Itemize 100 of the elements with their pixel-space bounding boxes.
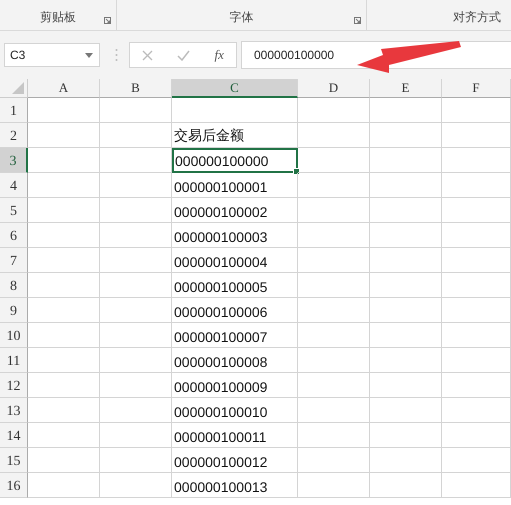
empty-cell[interactable]: [298, 198, 370, 223]
empty-cell[interactable]: [442, 473, 511, 498]
empty-cell[interactable]: [442, 373, 511, 398]
row-header[interactable]: 2: [0, 123, 28, 148]
row-header[interactable]: 15: [0, 448, 28, 473]
empty-cell[interactable]: [370, 223, 442, 248]
empty-cell[interactable]: [298, 123, 370, 148]
grip-icon[interactable]: [115, 48, 118, 62]
empty-cell[interactable]: [298, 323, 370, 348]
empty-cell[interactable]: [442, 123, 511, 148]
empty-cell[interactable]: [370, 123, 442, 148]
empty-cell[interactable]: [100, 273, 172, 298]
table-cell[interactable]: 000000100004: [172, 248, 298, 273]
empty-cell[interactable]: [298, 148, 370, 173]
row-header[interactable]: 13: [0, 398, 28, 423]
empty-cell[interactable]: [370, 198, 442, 223]
empty-cell[interactable]: [370, 448, 442, 473]
empty-cell[interactable]: [370, 298, 442, 323]
empty-cell[interactable]: [298, 473, 370, 498]
row-header[interactable]: 16: [0, 473, 28, 498]
empty-cell[interactable]: [370, 423, 442, 448]
table-cell[interactable]: 000000100011: [172, 423, 298, 448]
empty-cell[interactable]: [100, 148, 172, 173]
empty-cell[interactable]: [370, 248, 442, 273]
empty-cell[interactable]: [298, 423, 370, 448]
empty-cell[interactable]: [370, 323, 442, 348]
empty-cell[interactable]: [100, 98, 172, 123]
empty-cell[interactable]: [100, 373, 172, 398]
empty-cell[interactable]: [370, 348, 442, 373]
table-cell[interactable]: 000000100007: [172, 323, 298, 348]
insert-function-button[interactable]: fx: [214, 47, 224, 63]
row-header[interactable]: 14: [0, 423, 28, 448]
row-header[interactable]: 12: [0, 373, 28, 398]
empty-cell[interactable]: [100, 473, 172, 498]
empty-cell[interactable]: [442, 148, 511, 173]
column-header[interactable]: B: [100, 79, 172, 98]
row-header[interactable]: 4: [0, 173, 28, 198]
row-header[interactable]: 7: [0, 248, 28, 273]
row-header[interactable]: 1: [0, 98, 28, 123]
empty-cell[interactable]: [298, 373, 370, 398]
cancel-icon[interactable]: [142, 50, 154, 60]
table-cell[interactable]: 000000100002: [172, 198, 298, 223]
column-header[interactable]: D: [298, 79, 370, 98]
table-cell[interactable]: 000000100009: [172, 373, 298, 398]
empty-cell[interactable]: [370, 398, 442, 423]
row-header[interactable]: 10: [0, 323, 28, 348]
empty-cell[interactable]: [100, 423, 172, 448]
empty-cell[interactable]: [298, 398, 370, 423]
table-cell[interactable]: 000000100005: [172, 273, 298, 298]
dialog-launcher-icon[interactable]: [354, 17, 361, 24]
row-header[interactable]: 3: [0, 148, 28, 173]
empty-cell[interactable]: [370, 98, 442, 123]
column-header[interactable]: A: [28, 79, 100, 98]
empty-cell[interactable]: [298, 248, 370, 273]
empty-cell[interactable]: [370, 173, 442, 198]
empty-cell[interactable]: [100, 398, 172, 423]
empty-cell[interactable]: [100, 248, 172, 273]
empty-cell[interactable]: [442, 423, 511, 448]
empty-cell[interactable]: [100, 198, 172, 223]
empty-cell[interactable]: [442, 323, 511, 348]
table-cell[interactable]: 000000100010: [172, 398, 298, 423]
empty-cell[interactable]: [100, 223, 172, 248]
empty-cell[interactable]: [370, 148, 442, 173]
column-header[interactable]: E: [370, 79, 442, 98]
empty-cell[interactable]: [172, 98, 298, 123]
empty-cell[interactable]: [298, 448, 370, 473]
empty-cell[interactable]: [298, 173, 370, 198]
empty-cell[interactable]: [442, 448, 511, 473]
empty-cell[interactable]: [100, 123, 172, 148]
empty-cell[interactable]: [298, 273, 370, 298]
empty-cell[interactable]: [442, 348, 511, 373]
table-cell[interactable]: 交易后金额: [172, 123, 298, 148]
empty-cell[interactable]: [442, 198, 511, 223]
empty-cell[interactable]: [100, 348, 172, 373]
empty-cell[interactable]: [442, 223, 511, 248]
empty-cell[interactable]: [100, 173, 172, 198]
name-box[interactable]: C3: [4, 43, 100, 67]
empty-cell[interactable]: [442, 173, 511, 198]
empty-cell[interactable]: [100, 323, 172, 348]
empty-cell[interactable]: [298, 298, 370, 323]
empty-cell[interactable]: [298, 98, 370, 123]
table-cell[interactable]: 000000100012: [172, 448, 298, 473]
dialog-launcher-icon[interactable]: [104, 17, 111, 24]
table-cell[interactable]: 000000100001: [172, 173, 298, 198]
column-header[interactable]: F: [442, 79, 511, 98]
table-cell[interactable]: 000000100013: [172, 473, 298, 498]
row-header[interactable]: 5: [0, 198, 28, 223]
check-icon[interactable]: [177, 50, 190, 60]
row-header[interactable]: 11: [0, 348, 28, 373]
row-header[interactable]: 9: [0, 298, 28, 323]
empty-cell[interactable]: [298, 348, 370, 373]
fill-handle[interactable]: [293, 168, 300, 175]
empty-cell[interactable]: [442, 273, 511, 298]
row-header[interactable]: 6: [0, 223, 28, 248]
empty-cell[interactable]: [370, 373, 442, 398]
empty-cell[interactable]: [442, 248, 511, 273]
empty-cell[interactable]: [442, 298, 511, 323]
active-cell[interactable]: 000000100000: [172, 148, 298, 173]
empty-cell[interactable]: [100, 448, 172, 473]
table-cell[interactable]: 000000100008: [172, 348, 298, 373]
